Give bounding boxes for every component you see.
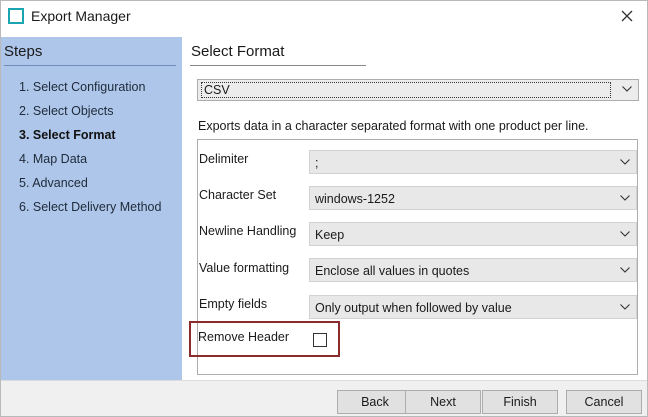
chevron-down-icon xyxy=(620,231,630,237)
next-button[interactable]: Next xyxy=(405,390,481,414)
steps-header: Steps xyxy=(4,43,43,60)
format-description: Exports data in a character separated fo… xyxy=(198,119,589,133)
cancel-button[interactable]: Cancel xyxy=(566,390,642,414)
format-select[interactable]: CSV xyxy=(197,79,639,101)
newline-handling-select[interactable]: Keep xyxy=(309,222,637,246)
chevron-down-icon xyxy=(620,195,630,201)
charset-label: Character Set xyxy=(199,188,277,202)
delimiter-label: Delimiter xyxy=(199,152,249,166)
window-icon xyxy=(8,8,24,24)
remove-header-label: Remove Header xyxy=(198,330,290,344)
remove-header-checkbox[interactable] xyxy=(313,333,327,347)
close-icon xyxy=(621,10,633,22)
window-title: Export Manager xyxy=(31,8,131,24)
chevron-down-icon xyxy=(620,304,630,310)
format-select-value: CSV xyxy=(201,82,611,98)
footer-bar: Back Next Finish Cancel xyxy=(1,380,647,416)
newline-handling-value: Keep xyxy=(315,228,345,242)
title-bar: Export Manager xyxy=(1,1,647,31)
empty-fields-select[interactable]: Only output when followed by value xyxy=(309,295,637,319)
steps-list: 1. Select Configuration 2. Select Object… xyxy=(19,79,161,223)
step-item-map-data: 4. Map Data xyxy=(19,152,88,166)
step-item-select-objects: 2. Select Objects xyxy=(19,104,114,118)
step-item-select-format: 3. Select Format xyxy=(19,128,116,142)
export-manager-window: Export Manager Steps 1. Select Configura… xyxy=(0,0,648,417)
charset-select[interactable]: windows-1252 xyxy=(309,186,637,210)
value-formatting-select[interactable]: Enclose all values in quotes xyxy=(309,258,637,282)
section-title: Select Format xyxy=(191,43,285,60)
newline-handling-label: Newline Handling xyxy=(199,224,297,238)
value-formatting-value: Enclose all values in quotes xyxy=(315,264,470,278)
value-formatting-label: Value formatting xyxy=(199,261,290,275)
step-item-advanced: 5. Advanced xyxy=(19,176,88,190)
section-divider xyxy=(190,65,366,66)
delimiter-value: ; xyxy=(315,156,319,170)
chevron-down-icon xyxy=(622,86,632,92)
step-item-select-configuration: 1. Select Configuration xyxy=(19,80,146,94)
steps-divider xyxy=(4,65,176,66)
delimiter-select[interactable]: ; xyxy=(309,150,637,174)
charset-value: windows-1252 xyxy=(315,192,395,206)
empty-fields-label: Empty fields xyxy=(199,297,268,311)
chevron-down-icon xyxy=(620,267,630,273)
steps-panel: Steps 1. Select Configuration 2. Select … xyxy=(1,37,182,380)
close-button[interactable] xyxy=(615,5,639,27)
step-item-select-delivery-method: 6. Select Delivery Method xyxy=(19,200,162,214)
empty-fields-value: Only output when followed by value xyxy=(315,301,512,315)
finish-button[interactable]: Finish xyxy=(482,390,558,414)
chevron-down-icon xyxy=(620,159,630,165)
back-button[interactable]: Back xyxy=(337,390,413,414)
